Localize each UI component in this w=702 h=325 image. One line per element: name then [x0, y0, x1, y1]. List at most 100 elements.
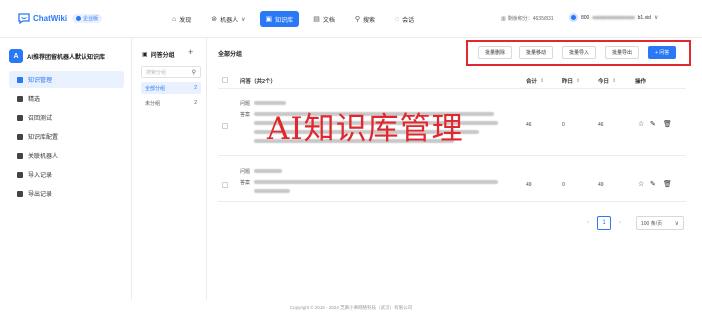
- today-count: 46: [598, 122, 604, 128]
- nav-item-label: 文档: [322, 17, 335, 24]
- nav-item-knowledge-base[interactable]: ▣ 知识库: [259, 11, 300, 27]
- sidebar-item-export-records[interactable]: 导出记录: [9, 185, 124, 202]
- edition-badge-label: 企业版: [83, 16, 99, 22]
- compass-icon: ⌂: [172, 15, 177, 23]
- table-row[interactable]: 问题 答案 49 0 49 ☆ ✎ 🗑: [218, 160, 686, 202]
- robot-header: A AI推荐团留机器人默认知识库: [9, 49, 105, 63]
- sidebar-item-label: 导出记录: [28, 192, 53, 198]
- user-name-redacted: ■■■■■■■■■■■■■■: [592, 14, 635, 21]
- nav-item-discover[interactable]: ⌂ 发现: [166, 11, 197, 27]
- column-header-label: 问答（共2个）: [240, 79, 277, 85]
- nav-item-documents[interactable]: ▤ 文档: [307, 11, 341, 27]
- left-sidebar: A AI推荐团留机器人默认知识库 知识管理 精选 召回测试 知识库配置 关联机器…: [0, 38, 132, 300]
- chevron-down-icon: ∨: [653, 15, 659, 21]
- answer-text-redacted: [254, 180, 499, 193]
- nav-item-search[interactable]: ⚲ 搜索: [349, 11, 381, 27]
- row-question: 问题: [240, 168, 283, 175]
- select-all-checkbox[interactable]: [222, 77, 228, 83]
- config-icon: [17, 133, 23, 140]
- export-icon: [17, 190, 23, 197]
- column-header-label: 操作: [635, 79, 647, 85]
- user-name-suffix: b1.xid: [637, 14, 651, 21]
- app-name: ChatWiki: [33, 14, 68, 23]
- batch-move-button[interactable]: 批量移动: [519, 46, 554, 59]
- usage-chart-icon: ▥: [501, 15, 506, 22]
- column-header-total[interactable]: 合计 ⇕: [526, 77, 544, 85]
- group-item-all[interactable]: 全部分组 2: [141, 82, 201, 94]
- sort-icon: ⇕: [576, 78, 581, 84]
- delete-icon[interactable]: 🗑: [663, 180, 672, 188]
- star-icon[interactable]: ☆: [638, 180, 644, 188]
- column-header-label: 合计: [526, 79, 538, 85]
- column-header-actions: 操作: [635, 77, 646, 85]
- answer-label: 答案: [240, 112, 251, 118]
- sidebar-item-label: 知识管理: [28, 78, 53, 84]
- add-group-button[interactable]: +: [188, 47, 193, 57]
- delete-icon[interactable]: 🗑: [663, 120, 672, 128]
- sidebar-item-linked-robots[interactable]: 关联机器人: [9, 147, 124, 164]
- chevron-down-icon: ∨: [674, 220, 679, 227]
- today-count: 49: [598, 182, 604, 188]
- column-header-label: 昨日: [562, 79, 574, 85]
- group-item-count: 2: [194, 85, 197, 91]
- question-label: 问题: [240, 169, 251, 175]
- knowledge-icon: [17, 76, 23, 83]
- column-header-yesterday[interactable]: 昨日 ⇕: [562, 77, 580, 85]
- sidebar-item-label: 关联机器人: [28, 154, 59, 160]
- sidebar-item-featured[interactable]: 精选: [9, 90, 124, 107]
- sidebar-item-import-records[interactable]: 导入记录: [9, 166, 124, 183]
- row-checkbox[interactable]: [222, 123, 228, 129]
- featured-icon: [17, 95, 23, 102]
- chevron-down-icon: ∨: [241, 16, 246, 23]
- batch-import-button[interactable]: 批量导入: [562, 46, 597, 59]
- yesterday-count: 0: [562, 182, 565, 188]
- yesterday-count: 0: [562, 122, 565, 128]
- nav-item-label: 机器人: [220, 17, 239, 24]
- nav-item-robots[interactable]: ⊛ 机器人 ∨: [205, 11, 251, 27]
- search-icon: ⚲: [191, 69, 196, 76]
- sidebar-item-label: 召回测试: [28, 116, 53, 122]
- sort-icon: ⇕: [540, 78, 545, 84]
- star-icon[interactable]: ☆: [638, 120, 644, 128]
- user-name-prefix: 800: [581, 14, 590, 21]
- footer-copyright: Copyright © 2016 - 2024 芝麻小事网络科技（武汉）有限公司: [289, 305, 413, 310]
- nav-item-label: 发现: [179, 17, 192, 24]
- sidebar-item-recall-test[interactable]: 召回测试: [9, 109, 124, 126]
- link-robot-icon: [17, 152, 23, 159]
- total-count: 49: [526, 182, 532, 188]
- column-header-qa: 问答（共2个）: [240, 77, 276, 85]
- usage-text: 剩余积分：4635/831: [507, 16, 554, 22]
- user-menu[interactable]: 800 ■■■■■■■■■■■■■■ b1.xid ∨: [569, 13, 658, 22]
- next-page-button[interactable]: ›: [615, 220, 625, 226]
- add-qa-button[interactable]: + 问答: [648, 46, 677, 59]
- column-header-label: 今日: [598, 79, 610, 85]
- sidebar-menu: 知识管理 精选 召回测试 知识库配置 关联机器人 导入记录 导出记录: [9, 71, 124, 204]
- sidebar-item-knowledge-management[interactable]: 知识管理: [9, 71, 124, 88]
- group-panel-header: ▣ 问答分组: [142, 50, 175, 59]
- prev-page-button[interactable]: ‹: [583, 220, 593, 226]
- robot-name: AI推荐团留机器人默认知识库: [27, 54, 106, 61]
- row-checkbox[interactable]: [222, 182, 228, 188]
- import-icon: [17, 171, 23, 178]
- group-search-input[interactable]: 搜索分组 ⚲: [141, 66, 201, 78]
- document-icon: ▤: [313, 16, 320, 23]
- question-text-redacted: [254, 169, 283, 173]
- sidebar-item-kb-config[interactable]: 知识库配置: [9, 128, 124, 145]
- column-header-today[interactable]: 今日 ⇕: [598, 77, 616, 85]
- page-number-button[interactable]: 1: [597, 216, 611, 230]
- page-size-select[interactable]: 100 条/页 ∨: [636, 216, 684, 230]
- nav-item-label: 知识库: [275, 17, 294, 24]
- edit-icon[interactable]: ✎: [650, 180, 656, 188]
- batch-delete-button[interactable]: 批量删除: [478, 46, 513, 59]
- answer-label: 答案: [240, 180, 251, 186]
- nav-item-chat[interactable]: ◌ 会话: [389, 11, 420, 27]
- robot-icon: ⊛: [211, 16, 218, 23]
- usage-indicator: ▥ 剩余积分：4635/831: [501, 15, 554, 23]
- edit-icon[interactable]: ✎: [650, 120, 656, 128]
- nav-item-label: 会话: [402, 17, 415, 24]
- page-size-wrap: 100 条/页 ∨: [636, 216, 684, 230]
- batch-export-button[interactable]: 批量导出: [605, 46, 640, 59]
- badge-dot-icon: [76, 16, 82, 21]
- app-logo[interactable]: ChatWiki 企业版: [18, 13, 103, 24]
- group-item-ungrouped[interactable]: 未分组 2: [141, 97, 201, 109]
